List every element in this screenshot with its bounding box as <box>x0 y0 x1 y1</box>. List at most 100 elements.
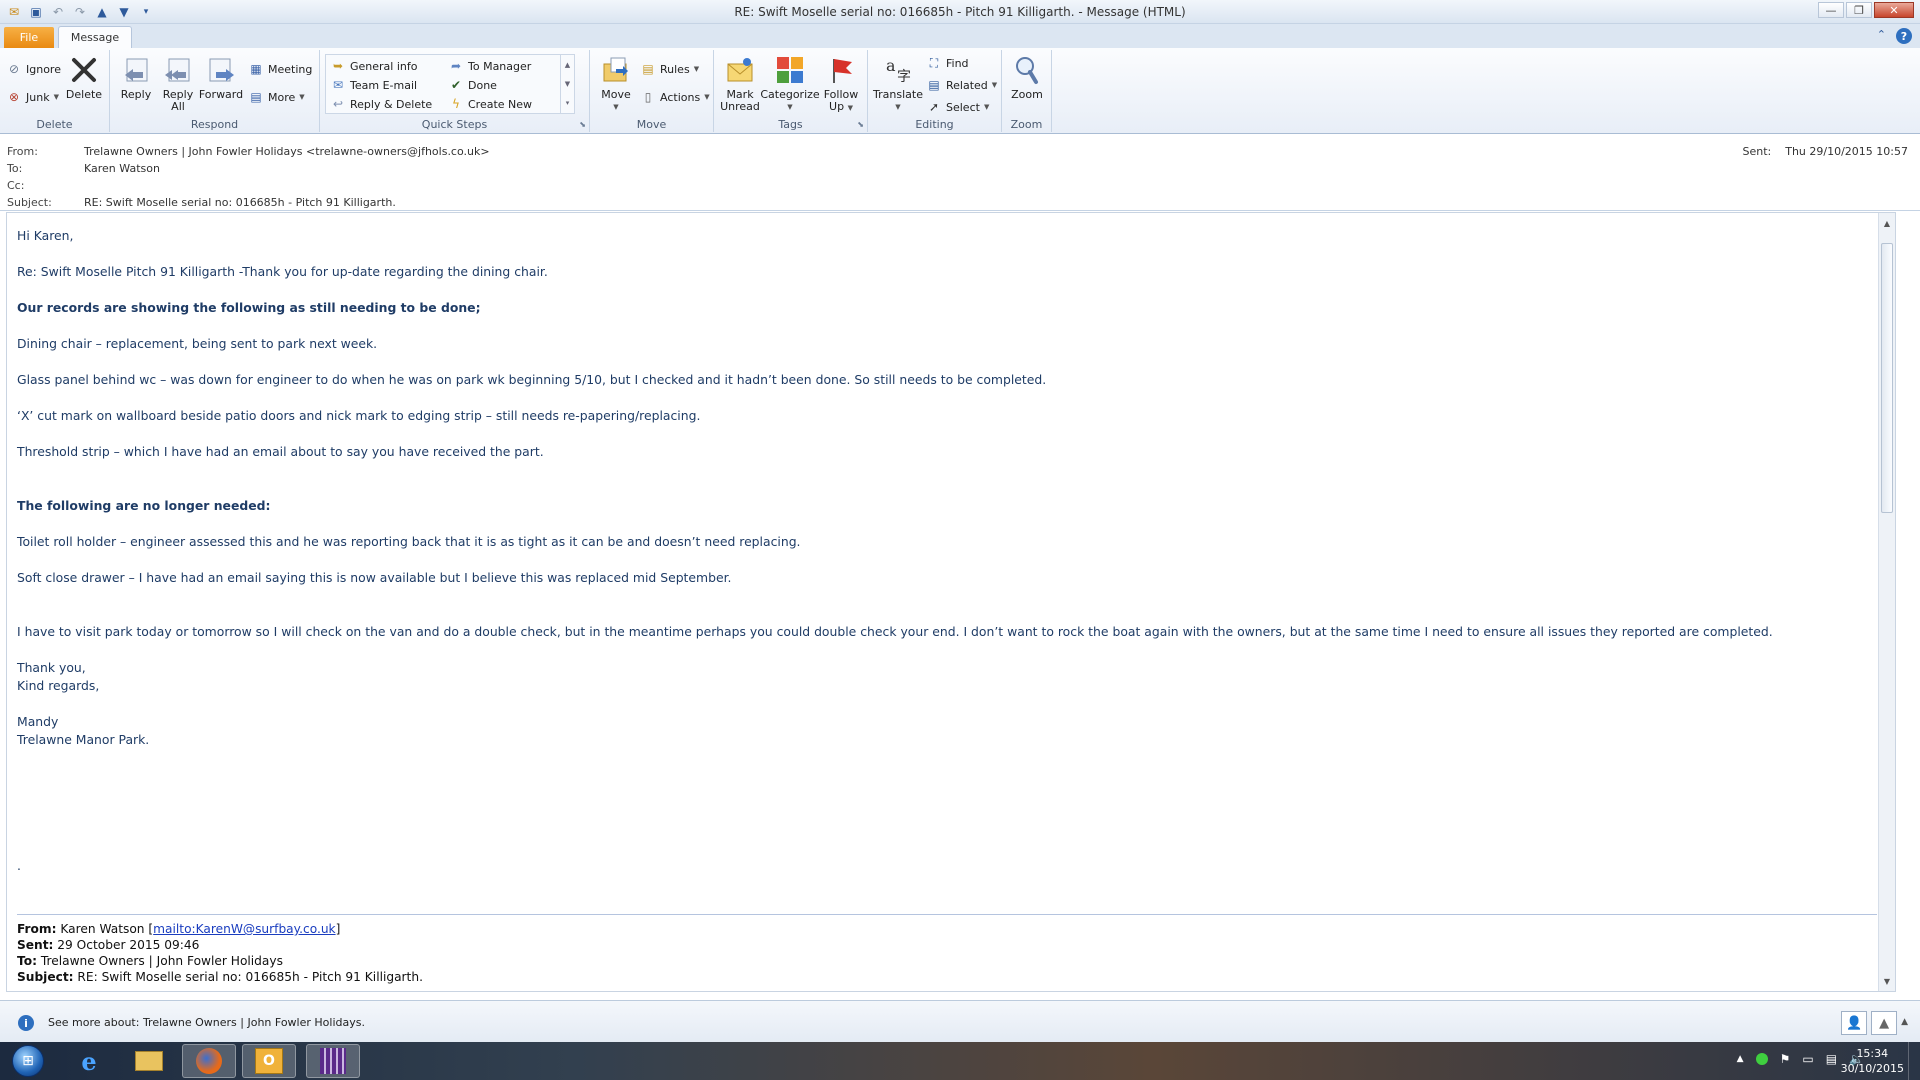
vertical-scrollbar[interactable]: ▲ ▼ <box>1878 213 1895 991</box>
quoted-mailto-link[interactable]: mailto:KarenW@surfbay.co.uk <box>153 922 335 936</box>
junk-button[interactable]: ⊗ Junk ▼ <box>6 88 59 106</box>
meeting-button[interactable]: ▦ Meeting <box>248 60 312 78</box>
quoted-from-line: From: Karen Watson [mailto:KarenW@surfba… <box>17 922 341 936</box>
regards-line: Kind regards, <box>17 678 100 693</box>
thanks-line: Thank you, <box>17 660 86 675</box>
item-dining-chair: Dining chair – replacement, being sent t… <box>17 336 378 351</box>
cc-row: Cc: <box>7 179 25 192</box>
delete-icon <box>68 54 100 86</box>
gallery-expand-icon[interactable]: ▾ <box>566 99 570 107</box>
zoom-button[interactable]: Zoom <box>1008 54 1046 101</box>
signature-org: Trelawne Manor Park. <box>17 732 150 747</box>
quick-steps-scroll[interactable]: ▲ ▼ ▾ <box>560 55 574 113</box>
from-row: From: Trelawne Owners | John Fowler Holi… <box>7 145 490 158</box>
magnifier-icon <box>1011 54 1043 86</box>
display-icon[interactable]: ▤ <box>1826 1052 1837 1066</box>
scroll-up-icon[interactable]: ▲ <box>1881 217 1893 229</box>
forward-button[interactable]: Forward <box>199 54 243 101</box>
info-icon: i <box>18 1015 34 1031</box>
scroll-up-icon[interactable]: ▲ <box>565 61 570 69</box>
cursor-icon: ➚ <box>928 100 940 114</box>
help-icon[interactable]: ? <box>1896 28 1912 44</box>
quick-step-to-manager[interactable]: ➦ To Manager <box>448 57 531 75</box>
scroll-down-icon[interactable]: ▼ <box>1881 975 1893 987</box>
mark-unread-button[interactable]: Mark Unread <box>718 54 762 113</box>
minimize-ribbon-icon[interactable]: ⌃ <box>1877 28 1886 44</box>
dialog-launcher-icon[interactable]: ⬊ <box>579 120 586 129</box>
people-pane-text[interactable]: See more about: Trelawne Owners | John F… <box>48 1016 365 1029</box>
taskbar-outlook[interactable]: O <box>242 1044 296 1078</box>
group-label-editing: Editing <box>915 118 954 131</box>
item-cut-mark: ‘X’ cut mark on wallboard beside patio d… <box>17 408 701 423</box>
taskbar-file-explorer[interactable] <box>122 1044 176 1078</box>
taskbar-internet-explorer[interactable]: e <box>62 1044 116 1078</box>
person-icon[interactable]: 👤 <box>1841 1011 1868 1035</box>
checkmark-icon: ✔ <box>450 78 462 92</box>
translate-icon: a字 <box>882 54 914 86</box>
show-desktop-button[interactable] <box>1908 1042 1920 1080</box>
move-folder-icon <box>600 54 632 86</box>
contact-photo-icon[interactable]: ▲ <box>1871 1011 1898 1035</box>
window-title: RE: Swift Moselle serial no: 016685h - P… <box>734 5 1186 19</box>
to-value[interactable]: Karen Watson <box>84 162 160 175</box>
sent-value: Thu 29/10/2015 10:57 <box>1785 145 1908 158</box>
binoculars-icon: ⛶ <box>929 55 939 70</box>
save-icon[interactable]: ▣ <box>28 4 44 20</box>
reply-button[interactable]: Reply <box>118 54 154 101</box>
quick-steps-gallery: ➥ General info ✉ Team E-mail ↩ Reply & D… <box>325 54 575 114</box>
title-bar: ✉ ▣ ↶ ↷ ▲ ▼ ▾ RE: Swift Moselle serial n… <box>0 0 1920 24</box>
maximize-button[interactable]: ❐ <box>1846 2 1872 18</box>
related-icon: ▤ <box>928 78 940 92</box>
more-respond-button[interactable]: ▤ More ▼ <box>248 88 304 106</box>
undo-icon[interactable]: ↶ <box>50 4 66 20</box>
categorize-button[interactable]: Categorize ▼ <box>760 54 820 113</box>
customize-toolbar-icon[interactable]: ▾ <box>138 4 154 20</box>
scrollbar-thumb[interactable] <box>1881 243 1893 513</box>
quick-step-general-info[interactable]: ➥ General info <box>330 57 418 75</box>
actions-button[interactable]: ▯ Actions ▼ <box>640 88 710 106</box>
item-soft-close-drawer: Soft close drawer – I have had an email … <box>17 570 732 585</box>
close-button[interactable]: ✕ <box>1874 2 1914 18</box>
quick-step-reply-delete[interactable]: ↩ Reply & Delete <box>330 95 432 113</box>
expand-people-pane-icon[interactable]: ▲ <box>1901 1011 1908 1035</box>
action-center-flag-icon[interactable]: ⚑ <box>1780 1052 1791 1066</box>
translate-button[interactable]: a字 Translate ▼ <box>873 54 923 113</box>
network-icon[interactable]: ▭ <box>1802 1052 1813 1066</box>
next-item-icon[interactable]: ▼ <box>116 4 132 20</box>
related-button[interactable]: ▤ Related ▼ <box>926 76 997 94</box>
ignore-button[interactable]: ⊘ Ignore <box>6 60 61 78</box>
flag-icon <box>825 54 857 86</box>
delete-button[interactable]: Delete <box>66 54 102 101</box>
quick-step-done[interactable]: ✔ Done <box>448 76 497 94</box>
taskbar-app[interactable] <box>306 1044 360 1078</box>
sent-row: Sent: Thu 29/10/2015 10:57 <box>1742 145 1908 158</box>
quick-step-create-new[interactable]: ϟ Create New <box>448 95 532 113</box>
group-delete: ⊘ Ignore ⊗ Junk ▼ Delete Delete <box>0 50 110 132</box>
trailing-dot: . <box>17 858 21 873</box>
clock-time: 15:34 <box>1856 1047 1889 1060</box>
tab-file[interactable]: File <box>4 27 54 48</box>
find-button[interactable]: ⛶ Find <box>926 54 969 72</box>
dialog-launcher-icon[interactable]: ⬊ <box>857 120 864 129</box>
categorize-icon <box>774 54 806 86</box>
taskbar-firefox[interactable] <box>182 1044 236 1078</box>
scroll-down-icon[interactable]: ▼ <box>565 80 570 88</box>
reply-all-button[interactable]: Reply All <box>160 54 196 113</box>
select-button[interactable]: ➚ Select ▼ <box>926 98 989 116</box>
message-body[interactable]: Hi Karen, Re: Swift Moselle Pitch 91 Kil… <box>6 212 1896 992</box>
message-header: From: Trelawne Owners | John Fowler Holi… <box>0 135 1920 211</box>
tab-message[interactable]: Message <box>58 26 132 48</box>
follow-up-button[interactable]: Follow Up ▼ <box>820 54 862 114</box>
previous-item-icon[interactable]: ▲ <box>94 4 110 20</box>
start-button[interactable]: ⊞ <box>6 1043 50 1079</box>
rules-button[interactable]: ▤ Rules ▼ <box>640 60 699 78</box>
status-green-icon[interactable] <box>1755 1053 1768 1065</box>
quick-step-team-email[interactable]: ✉ Team E-mail <box>330 76 417 94</box>
minimize-button[interactable]: — <box>1818 2 1844 18</box>
ignore-icon: ⊘ <box>8 62 20 76</box>
taskbar-clock[interactable]: 15:34 30/10/2015 <box>1841 1046 1904 1076</box>
redo-icon[interactable]: ↷ <box>72 4 88 20</box>
show-hidden-icons-icon[interactable]: ▲ <box>1737 1054 1744 1064</box>
move-button[interactable]: Move ▼ <box>596 54 636 113</box>
from-value[interactable]: Trelawne Owners | John Fowler Holidays <… <box>84 145 490 158</box>
